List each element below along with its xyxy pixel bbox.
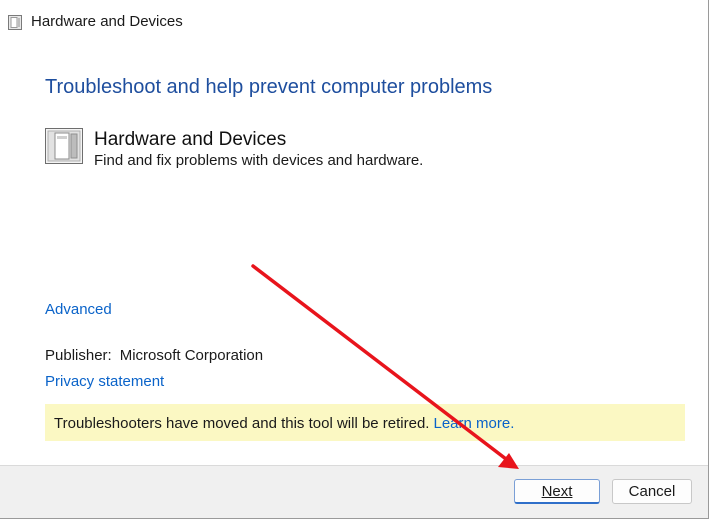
troubleshooter-window: Hardware and Devices Troubleshoot and he… (0, 0, 709, 519)
window-title: Hardware and Devices (31, 13, 183, 30)
dialog-footer: Next Cancel (0, 465, 708, 518)
learn-more-link[interactable]: Learn more. (433, 415, 514, 432)
troubleshooter-description: Find and fix problems with devices and h… (94, 152, 424, 169)
publisher-info: Publisher: Microsoft Corporation (45, 347, 263, 364)
hardware-devices-icon (8, 15, 22, 30)
page-heading: Troubleshoot and help prevent computer p… (45, 76, 493, 98)
advanced-link[interactable]: Advanced (45, 301, 112, 318)
retirement-notice: Troubleshooters have moved and this tool… (45, 404, 685, 441)
hardware-devices-icon (45, 128, 83, 164)
notice-text: Troubleshooters have moved and this tool… (54, 415, 430, 432)
title-bar: Hardware and Devices (0, 0, 708, 44)
troubleshooter-title: Hardware and Devices (94, 129, 287, 150)
publisher-label: Publisher: (45, 347, 112, 364)
next-button[interactable]: Next (514, 479, 600, 504)
privacy-statement-link[interactable]: Privacy statement (45, 373, 164, 390)
cancel-button[interactable]: Cancel (612, 479, 692, 504)
publisher-value: Microsoft Corporation (119, 347, 264, 364)
next-button-label: Next (541, 482, 573, 500)
